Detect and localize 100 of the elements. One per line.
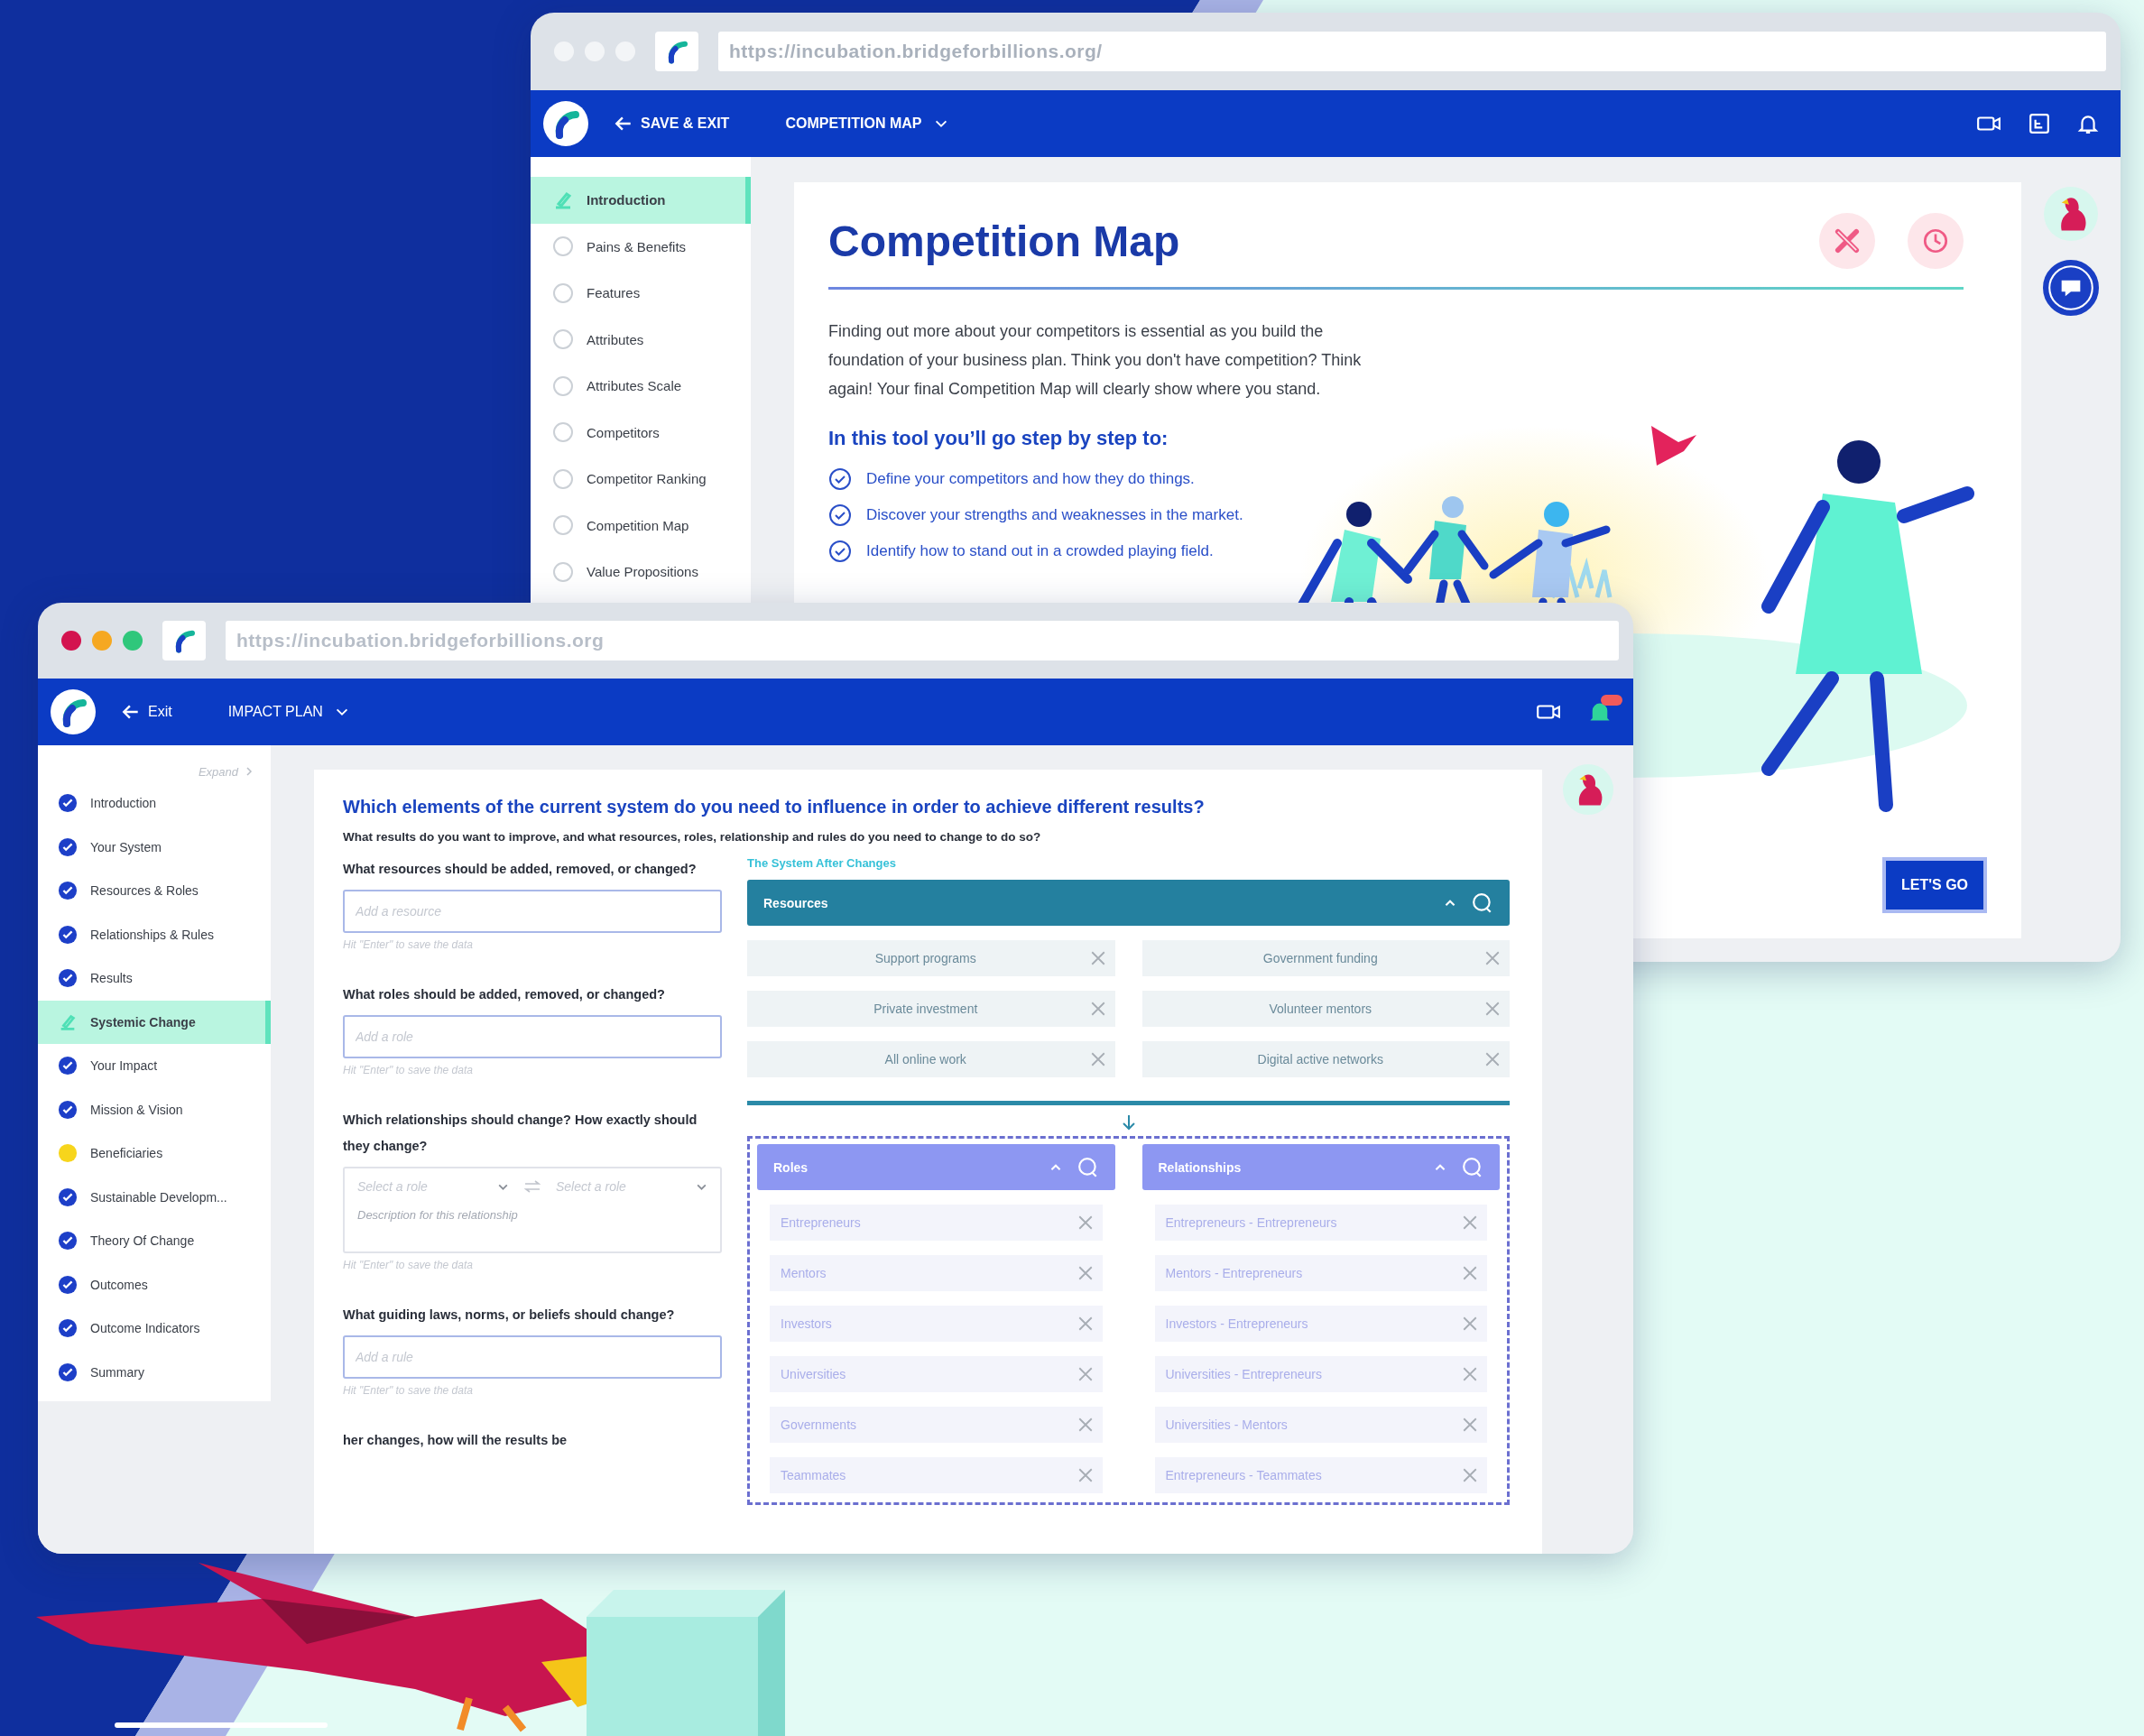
close-icon[interactable] [1089,950,1106,966]
sidebar-item[interactable]: Resources & Roles [38,869,271,913]
sidebar-item[interactable]: Attributes Scale [531,363,751,410]
sidebar-item[interactable]: Sustainable Developm... [38,1175,271,1219]
sidebar-item[interactable]: Mission & Vision [38,1087,271,1131]
empty-circle-icon [552,328,574,351]
bird-avatar-icon[interactable] [2043,186,2099,242]
search-icon[interactable] [1472,891,1493,914]
item-label: Mentors - Entrepreneurs [1165,1266,1303,1280]
resources-header[interactable]: Resources [747,880,1510,926]
sidebar-item[interactable]: Theory Of Change [38,1219,271,1263]
close-icon[interactable] [1484,1001,1501,1017]
logo-icon[interactable] [51,689,96,734]
empty-circle-icon [552,374,574,397]
window-controls[interactable] [61,631,143,651]
check-circle-icon [58,1362,78,1382]
item-label: Universities [781,1367,846,1381]
field-hint: Hit "Enter" to save the data [343,938,474,951]
swap-icon [523,1179,541,1194]
sidebar-item[interactable]: Beneficiaries [38,1131,271,1176]
section-menu[interactable]: IMPACT PLAN [227,704,350,720]
close-icon[interactable] [1462,1316,1478,1332]
bell-icon[interactable] [2077,113,2099,134]
close-icon[interactable] [1077,1366,1094,1382]
close-icon[interactable] [1077,1316,1094,1332]
search-icon[interactable] [1077,1156,1099,1178]
save-exit-link[interactable]: SAVE & EXIT [614,114,730,134]
close-icon[interactable] [1077,1417,1094,1433]
sidebar-item[interactable]: Introduction [38,781,271,826]
video-icon[interactable] [1536,702,1561,722]
bird-avatar-icon[interactable] [1561,763,1614,816]
close-icon[interactable] [1484,950,1501,966]
sidebar-item[interactable]: Value Propositions [531,549,751,596]
sidebar-item[interactable]: Competitor Ranking [531,456,751,503]
close-icon[interactable] [1484,1051,1501,1067]
section-menu[interactable]: COMPETITION MAP [785,115,949,132]
progress-dot-icon [58,1143,78,1164]
sidebar-item[interactable]: Introduction [531,177,751,224]
close-icon[interactable] [1462,1467,1478,1483]
check-circle-icon [58,1318,78,1339]
input-field[interactable]: Add a role [343,1015,722,1058]
input-field[interactable]: Add a rule [343,1335,722,1379]
item-label: Entrepreneurs [781,1215,861,1230]
panel-title: The System After Changes [747,856,897,872]
close-icon[interactable] [1077,1467,1094,1483]
close-icon[interactable] [1462,1417,1478,1433]
close-icon[interactable] [1077,1214,1094,1231]
sidebar-item[interactable]: Relationships & Rules [38,912,271,956]
empty-circle-icon [552,560,574,583]
description-placeholder: Description for this relationship [357,1208,519,1222]
arrow-down-icon [1121,1114,1136,1131]
sidebar-item[interactable]: Your System [38,825,271,869]
logo-icon[interactable] [543,101,588,146]
chip-label: Volunteer mentors [1268,1002,1373,1016]
sidebar-item[interactable]: Outcomes [38,1262,271,1307]
empty-circle-icon [552,282,574,304]
field-label: Which relationships should change? How exactly should they change? [343,1112,698,1155]
chip-label: Government funding [1261,951,1379,965]
video-icon[interactable] [1976,114,2001,134]
check-circle-icon [58,1231,78,1251]
sidebar-item[interactable]: Competitors [531,409,751,456]
chip-label: Digital active networks [1256,1052,1384,1067]
section-title: Resources [763,895,828,910]
sidebar-item[interactable]: Attributes [531,316,751,363]
lets-go-button[interactable]: LET'S GO [1882,857,1987,913]
check-circle-icon [58,1056,78,1076]
sidebar-item[interactable]: Outcome Indicators [38,1307,271,1351]
check-circle-icon [58,881,78,901]
close-icon[interactable] [1089,1001,1106,1017]
close-icon[interactable] [1462,1366,1478,1382]
sidebar-item[interactable]: Results [38,956,271,1001]
notification-badge [1601,695,1622,706]
sidebar-item[interactable]: Features [531,270,751,317]
chip-label: Private investment [873,1002,979,1016]
logo-icon [162,621,206,660]
check-circle-icon [58,1099,78,1120]
close-icon[interactable] [1462,1265,1478,1281]
check-circle-icon [58,1187,78,1207]
chip-label: All online work [883,1052,967,1067]
exit-link[interactable]: Exit [121,702,172,722]
close-icon[interactable] [1077,1265,1094,1281]
item-label: Entrepreneurs - Teammates [1165,1468,1322,1482]
sidebar-item[interactable]: Competition Map [531,502,751,549]
chat-button[interactable] [2043,260,2099,316]
item-label: Mentors [781,1266,827,1280]
input-field[interactable]: Add a resource [343,890,722,933]
search-icon[interactable] [1462,1156,1483,1178]
close-icon[interactable] [1089,1051,1106,1067]
sidebar-item[interactable]: Your Impact [38,1044,271,1088]
close-icon[interactable] [1462,1214,1478,1231]
sidebar-item[interactable]: Systemic Change [38,1000,271,1044]
steps-heading: In this tool you’ll go step by step to: [828,427,1169,450]
check-circle-icon [58,836,78,857]
page-title: Competition Map [828,216,1181,266]
sidebar-item[interactable]: Summary [38,1350,271,1394]
empty-circle-icon [552,235,574,258]
section-title: Relationships [1158,1159,1242,1175]
step-text: Define your competitors and how they do things. [866,470,1195,488]
sidebar-item[interactable]: Pains & Benefits [531,223,751,270]
calendar-icon[interactable] [2028,113,2050,134]
